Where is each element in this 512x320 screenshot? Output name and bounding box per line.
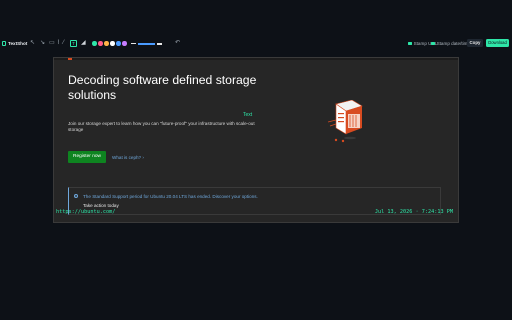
storage-server-illustration <box>327 100 363 143</box>
nav-active-indicator <box>68 58 72 60</box>
pointer-tool-icon[interactable]: ↖ <box>30 40 35 47</box>
color-swatch-white[interactable] <box>110 41 115 46</box>
text-tool-icon[interactable]: T <box>70 40 77 47</box>
page-subtext: Join our storage expert to learn how you… <box>68 121 255 132</box>
app-name: TextShot <box>8 41 28 47</box>
take-action-link[interactable]: Take action today <box>83 203 119 208</box>
stamp-datetime-toggle[interactable]: Stamp date/time <box>431 41 470 46</box>
site-nav-bar <box>54 58 458 60</box>
page-headline: Decoding software defined storage soluti… <box>68 73 257 102</box>
rectangle-tool-icon[interactable]: ▭ <box>49 40 55 47</box>
download-button[interactable]: Download <box>486 39 509 47</box>
register-now-button[interactable]: Register now <box>68 151 106 163</box>
color-swatch-green[interactable] <box>92 41 97 46</box>
line-tool-icon[interactable]: ⁄ <box>63 40 64 47</box>
color-swatch-orange[interactable] <box>104 41 109 46</box>
stroke-thick-option[interactable] <box>157 43 162 45</box>
info-icon: i <box>74 194 78 198</box>
app-logo-icon <box>2 41 6 46</box>
what-is-ceph-link[interactable]: What is ceph? › <box>112 155 144 160</box>
color-swatch-purple[interactable] <box>122 41 127 46</box>
copy-button[interactable]: Copy <box>467 39 483 47</box>
pen-tool-icon[interactable]: ⌇ <box>57 40 60 47</box>
stamp-datetime-label: Stamp date/time <box>436 41 471 47</box>
checkbox-checked-icon <box>431 41 435 46</box>
highlighter-tool-icon[interactable]: ◢ <box>81 40 86 47</box>
stroke-thin-option[interactable] <box>131 43 136 44</box>
undo-icon[interactable]: ↶ <box>175 40 180 47</box>
text-annotation[interactable]: Text <box>243 112 252 118</box>
editor-toolbar: TextShot ↖ ↘ ▭ ⌇ ⁄ T ◢ ↶ Stamp URL Stamp… <box>0 37 512 51</box>
notice-text[interactable]: The Standard Support period for Ubuntu 2… <box>83 194 258 199</box>
color-swatch-blue[interactable] <box>116 41 121 46</box>
stroke-medium-option[interactable] <box>138 43 155 45</box>
arrow-tool-icon[interactable]: ↘ <box>40 40 45 47</box>
color-swatch-pink[interactable] <box>98 41 103 46</box>
stamped-url: https://ubuntu.com/ <box>56 209 116 215</box>
checkbox-checked-icon <box>408 41 412 46</box>
captured-screenshot: Decoding software defined storage soluti… <box>53 57 459 223</box>
stamped-datetime: Jul 13, 2026 · 7:24:13 PM <box>374 209 453 215</box>
